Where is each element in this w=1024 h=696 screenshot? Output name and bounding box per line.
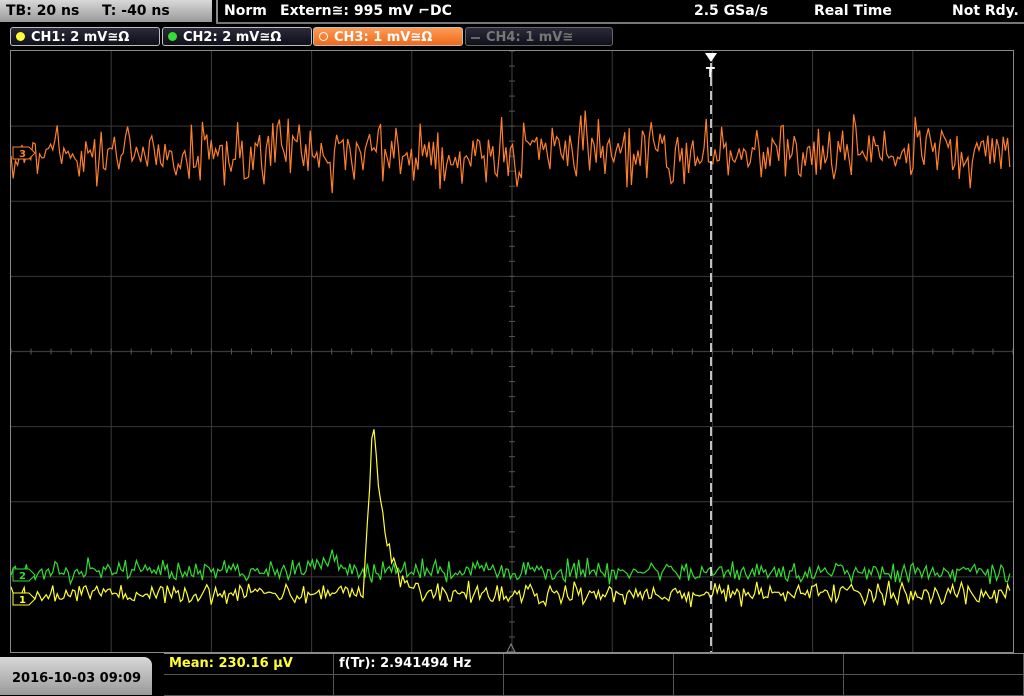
measurement-slot-6[interactable] bbox=[164, 675, 334, 696]
measurement-slot-4[interactable] bbox=[674, 654, 844, 675]
trigger-marker-label: T bbox=[706, 66, 715, 81]
ch3-label: CH3: 1 mV≅Ω bbox=[334, 30, 433, 45]
graticule-grid bbox=[10, 50, 1014, 653]
top-status-bar: TB: 20 ns T: -40 ns Norm Extern≅: 995 mV… bbox=[0, 0, 1024, 24]
ch2-dot-icon bbox=[168, 32, 177, 41]
ch3-level-label: 3 bbox=[19, 149, 26, 160]
ch1-level-marker: 1 bbox=[12, 592, 36, 606]
measurement-slot-7[interactable] bbox=[334, 675, 504, 696]
ch3-dot-icon bbox=[319, 32, 328, 41]
date-time-box: 2016-10-03 09:09 bbox=[0, 657, 152, 695]
waveform-canvas: T 3 2 1 bbox=[10, 50, 1014, 653]
channel-button-ch2[interactable]: CH2: 2 mV≅Ω bbox=[162, 27, 312, 46]
trigger-mode[interactable]: Norm bbox=[224, 0, 267, 22]
trigger-source[interactable]: Extern≅: 995 mV ⌐DC bbox=[280, 0, 452, 22]
channel-row: CH1: 2 mV≅Ω CH2: 2 mV≅Ω CH3: 1 mV≅Ω CH4:… bbox=[0, 26, 1024, 48]
trigger-marker-icon bbox=[705, 53, 717, 62]
date-time: 2016-10-03 09:09 bbox=[12, 671, 142, 686]
center-marker-icon bbox=[506, 642, 516, 653]
acquisition-state: Not Rdy. bbox=[952, 3, 1019, 19]
ch2-trace bbox=[10, 549, 1011, 586]
acquisition-mode: Real Time bbox=[814, 3, 892, 19]
channel-button-ch3[interactable]: CH3: 1 mV≅Ω bbox=[313, 27, 463, 46]
mean-measurement[interactable]: Mean: 230.16 µV bbox=[164, 654, 334, 675]
measurement-slot-5[interactable] bbox=[844, 654, 1024, 675]
measurement-slot-9[interactable] bbox=[674, 675, 844, 696]
channel-button-ch4[interactable]: CH4: 1 mV≅ bbox=[465, 27, 613, 46]
bottom-bar: 2016-10-03 09:09 Mean: 230.16 µV f(Tr): … bbox=[0, 653, 1024, 696]
ch2-level-label: 2 bbox=[19, 571, 26, 582]
measurement-slot-10[interactable] bbox=[844, 675, 1024, 696]
measurement-slot-8[interactable] bbox=[504, 675, 674, 696]
timebase-label: TB: 20 ns bbox=[6, 3, 80, 19]
ch4-label: CH4: 1 mV≅ bbox=[486, 30, 574, 45]
sample-rate: 2.5 GSa/s bbox=[694, 3, 769, 19]
trigger-time-label: T: -40 ns bbox=[102, 3, 170, 19]
measurement-panel[interactable]: Mean: 230.16 µV f(Tr): 2.941494 Hz bbox=[164, 653, 1024, 696]
ch2-level-marker: 2 bbox=[12, 568, 36, 582]
ch2-label: CH2: 2 mV≅Ω bbox=[183, 30, 282, 45]
ch3-trace bbox=[10, 110, 1011, 194]
measurement-slot-3[interactable] bbox=[504, 654, 674, 675]
ch4-dash-icon bbox=[471, 37, 480, 39]
frequency-measurement[interactable]: f(Tr): 2.941494 Hz bbox=[334, 654, 504, 675]
ch1-dot-icon bbox=[16, 32, 25, 41]
channel-button-ch1[interactable]: CH1: 2 mV≅Ω bbox=[10, 27, 160, 46]
ch1-label: CH1: 2 mV≅Ω bbox=[31, 30, 130, 45]
timebase-box[interactable]: TB: 20 ns T: -40 ns bbox=[0, 0, 212, 22]
ch1-level-label: 1 bbox=[19, 595, 26, 606]
ch1-trace bbox=[10, 429, 1011, 608]
waveform-display[interactable]: T 3 2 1 bbox=[10, 50, 1014, 653]
